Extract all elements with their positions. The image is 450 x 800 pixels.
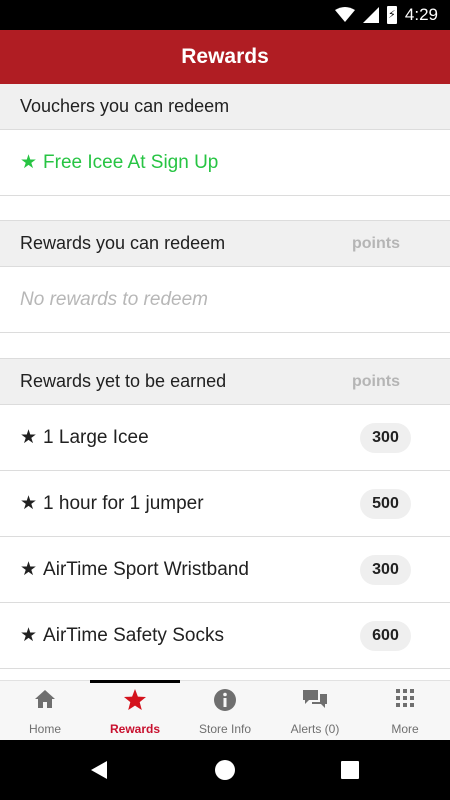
star-icon xyxy=(90,688,180,712)
redeemable-section-title: Rewards you can redeem xyxy=(20,233,226,253)
star-icon: ★ xyxy=(20,493,38,514)
reward-label-wrap: ★ AirTime Safety Socks xyxy=(20,624,224,647)
nav-rewards[interactable]: Rewards xyxy=(90,680,180,741)
reward-row[interactable]: ★ 1 Large Icee 300 xyxy=(0,405,450,471)
points-badge: 500 xyxy=(360,488,411,519)
nav-alerts-label: Alerts (0) xyxy=(290,722,340,736)
points-badge: 600 xyxy=(360,620,411,651)
active-tab-indicator xyxy=(90,680,180,683)
battery-icon: ⚡ xyxy=(386,6,397,24)
reward-label-wrap: ★ 1 Large Icee xyxy=(20,426,149,449)
vouchers-section-title: Vouchers you can redeem xyxy=(20,96,230,116)
nav-more-label: More xyxy=(391,722,419,736)
voucher-row[interactable]: ★ Free Icee At Sign Up xyxy=(0,130,450,196)
reward-label-wrap: ★ 1 hour for 1 jumper xyxy=(20,492,204,515)
points-badge: 300 xyxy=(360,554,411,585)
star-icon: ★ xyxy=(20,625,38,646)
section-spacer xyxy=(0,333,450,359)
vouchers-section-header: Vouchers you can redeem xyxy=(0,84,450,130)
voucher-label: Free Icee At Sign Up xyxy=(43,152,219,173)
reward-row[interactable]: ★ 1 hour for 1 jumper 500 xyxy=(0,471,450,537)
app-bar: Rewards xyxy=(0,30,450,84)
star-icon: ★ xyxy=(20,559,38,580)
nav-home[interactable]: Home xyxy=(0,681,90,741)
cell-signal-icon xyxy=(362,7,379,23)
reward-label: 1 hour for 1 jumper xyxy=(43,493,204,514)
empty-rewards-text: No rewards to redeem xyxy=(20,288,208,310)
page-title: Rewards xyxy=(181,45,269,68)
reward-label: 1 Large Icee xyxy=(43,427,149,448)
nav-more[interactable]: More xyxy=(360,681,450,741)
points-column-label: points xyxy=(352,372,400,390)
wifi-icon xyxy=(334,7,355,22)
unearned-section-header: Rewards yet to be earned points xyxy=(0,359,450,405)
back-icon[interactable] xyxy=(89,760,109,780)
recents-icon[interactable] xyxy=(341,761,359,779)
reward-row[interactable]: ★ AirTime Sport Wristband 300 xyxy=(0,537,450,603)
home-icon xyxy=(0,688,90,712)
reward-label: AirTime Sport Wristband xyxy=(43,559,249,580)
system-nav-bar xyxy=(0,740,450,800)
star-icon: ★ xyxy=(20,152,38,173)
nav-home-label: Home xyxy=(28,722,61,736)
nav-store-info-label: Store Info xyxy=(198,722,252,736)
nav-rewards-label: Rewards xyxy=(109,722,161,736)
info-icon xyxy=(180,688,270,712)
reward-label-wrap: ★ AirTime Sport Wristband xyxy=(20,558,249,581)
bottom-nav: Home Rewards Store Info Alerts (0) More xyxy=(0,680,450,740)
reward-label: AirTime Safety Socks xyxy=(43,625,224,646)
star-icon: ★ xyxy=(20,427,38,448)
status-bar: ⚡ 4:29 xyxy=(0,0,450,30)
unearned-section-title: Rewards yet to be earned xyxy=(20,371,227,391)
points-column-label: points xyxy=(352,234,400,252)
battery-charging-glyph: ⚡ xyxy=(388,8,396,21)
section-spacer xyxy=(0,196,450,221)
grid-icon xyxy=(360,688,450,712)
reward-row[interactable]: ★ AirTime Safety Socks 600 xyxy=(0,603,450,669)
chat-bubbles-icon xyxy=(270,688,360,712)
points-badge: 300 xyxy=(360,422,411,453)
voucher-label-wrap: ★ Free Icee At Sign Up xyxy=(20,151,218,174)
redeemable-section-header: Rewards you can redeem points xyxy=(0,221,450,267)
status-icons: ⚡ 4:29 xyxy=(334,0,438,30)
nav-alerts[interactable]: Alerts (0) xyxy=(270,681,360,741)
empty-rewards-row: No rewards to redeem xyxy=(0,267,450,333)
home-button-icon[interactable] xyxy=(215,760,235,780)
rewards-list[interactable]: Vouchers you can redeem ★ Free Icee At Si… xyxy=(0,84,450,680)
nav-store-info[interactable]: Store Info xyxy=(180,681,270,741)
status-time: 4:29 xyxy=(404,5,438,24)
